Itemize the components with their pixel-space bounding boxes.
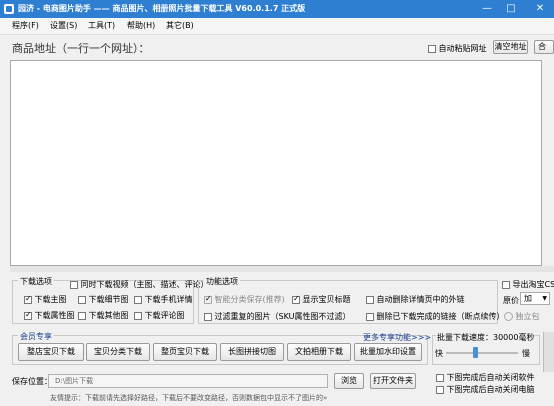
speed-fast-label: 快 [435, 349, 443, 358]
browse-button[interactable]: 浏览 [334, 373, 364, 389]
show-title-option[interactable]: 显示宝贝标题 [292, 294, 351, 305]
delete-done-checkbox[interactable] [366, 312, 374, 321]
smart-category-checkbox [204, 294, 212, 304]
standalone-option: 独立包 [504, 311, 540, 322]
download-main-checkbox[interactable] [24, 294, 32, 304]
download-attr-option[interactable]: 下载属性图 [24, 310, 75, 321]
original-price-select[interactable]: 加 ▼ [520, 292, 550, 305]
filter-duplicate-checkbox[interactable] [204, 312, 212, 321]
tip-text: 友情提示：下载前请先选择好路径，下载后不要改变路径，否则数据包中显示不了图片的» [50, 394, 328, 402]
auto-shutdown-checkbox[interactable] [436, 385, 444, 394]
remove-links-label: 自动删除详情页中的外链 [376, 295, 465, 304]
vip-title: 会员专享 [18, 331, 54, 342]
menu-other[interactable]: 其它(B) [166, 20, 194, 31]
remove-links-option[interactable]: 自动删除详情页中的外链 [366, 294, 465, 305]
menu-bar: 程序(F) 设置(S) 工具(T) 帮助(H) 其它(B) [0, 18, 554, 35]
export-taobao-checkbox[interactable] [502, 280, 510, 289]
smart-category-option: 智能分类保存(推荐) [204, 294, 285, 305]
maximize-button[interactable]: □ [500, 0, 522, 18]
speed-label-row: 批量下载速度：30000毫秒 [436, 332, 536, 343]
side-panel-edge [543, 332, 554, 372]
original-price-value: 加 [524, 294, 532, 303]
auto-paste-label: 自动粘贴网址 [438, 44, 487, 53]
menu-help[interactable]: 帮助(H) [127, 20, 155, 31]
download-options-title: 下载选项 [18, 276, 54, 287]
speed-value: 30000毫秒 [493, 333, 535, 342]
export-taobao-option[interactable]: 导出淘宝CS [502, 279, 554, 290]
url-section-header: 商品地址（一行一个网址）： [12, 42, 150, 55]
download-detail-option[interactable]: 下载细节图 [78, 294, 129, 305]
export-taobao-label: 导出淘宝CS [512, 280, 554, 289]
vertical-scrollbar[interactable] [542, 60, 554, 266]
long-image-button[interactable]: 长图拼接切图 [220, 343, 284, 361]
auto-close-software-option[interactable]: 下图完成后自动关闭软件 [436, 372, 535, 383]
delete-done-option[interactable]: 删除已下载完成的链接（断点续传） [366, 311, 505, 322]
window-title: 园济 - 电商图片助手 —— 商品图片、相册照片批量下载工具 V60.0.1.7… [18, 4, 306, 13]
close-button[interactable]: ✕ [526, 0, 554, 18]
download-other-label: 下载其他图 [88, 311, 129, 320]
download-review-checkbox[interactable] [134, 311, 142, 320]
delete-done-label: 删除已下载完成的链接（断点续传） [376, 312, 505, 321]
sync-video-label: 同时下载视频（主图、描述、评论） [80, 280, 209, 289]
original-price-label: 原价 [503, 296, 519, 305]
download-mobile-checkbox[interactable] [134, 295, 142, 304]
save-path-input[interactable]: D:\图片下载 [48, 374, 328, 388]
download-review-label: 下载评论图 [144, 311, 185, 320]
speed-label: 批量下载速度： [437, 333, 493, 342]
smart-category-label: 智能分类保存(推荐) [214, 295, 285, 304]
open-folder-button[interactable]: 打开文件夹 [370, 373, 416, 389]
remove-links-checkbox[interactable] [366, 295, 374, 304]
album-download-button[interactable]: 文拍相册下载 [287, 343, 351, 361]
auto-close-software-label: 下图完成后自动关闭软件 [446, 373, 535, 382]
download-mobile-label: 下载手机详情 [144, 295, 193, 304]
sync-video-option[interactable]: 同时下载视频（主图、描述、评论） [70, 279, 209, 290]
download-mobile-option[interactable]: 下载手机详情 [134, 294, 193, 305]
standalone-label: 独立包 [515, 312, 540, 321]
download-review-option[interactable]: 下载评论图 [134, 310, 185, 321]
category-download-button[interactable]: 宝贝分类下载 [86, 343, 150, 361]
watermark-button[interactable]: 批量加水印设置 [354, 343, 422, 361]
speed-slow-label: 慢 [522, 349, 530, 358]
auto-paste-checkbox[interactable] [428, 44, 436, 53]
auto-shutdown-label: 下图完成后自动关闭电脑 [446, 385, 535, 394]
standalone-radio [504, 312, 513, 321]
app-icon [4, 4, 14, 14]
download-attr-label: 下载属性图 [34, 311, 75, 320]
menu-program[interactable]: 程序(F) [12, 20, 39, 31]
title-bar: 园济 - 电商图片助手 —— 商品图片、相册照片批量下载工具 V60.0.1.7… [0, 0, 554, 18]
clear-urls-button[interactable]: 清空地址 [493, 40, 528, 54]
speed-slider-track[interactable] [446, 352, 518, 354]
menu-tools[interactable]: 工具(T) [88, 20, 115, 31]
auto-shutdown-option[interactable]: 下图完成后自动关闭电脑 [436, 384, 535, 395]
url-textarea[interactable] [10, 60, 542, 266]
download-detail-checkbox[interactable] [78, 295, 86, 304]
page-download-button[interactable]: 整页宝贝下载 [153, 343, 217, 361]
filter-duplicate-option[interactable]: 过滤重复的图片（SKU属性图不过滤） [204, 311, 351, 322]
download-other-option[interactable]: 下载其他图 [78, 310, 129, 321]
auto-paste-option[interactable]: 自动粘贴网址 [428, 43, 487, 54]
filter-duplicate-label: 过滤重复的图片（SKU属性图不过滤） [214, 312, 351, 321]
horizontal-scrollbar[interactable] [10, 266, 554, 272]
function-options-title: 功能选项 [204, 276, 240, 287]
speed-slider-thumb[interactable] [472, 347, 478, 358]
more-vip-link[interactable]: 更多专享功能>>> [363, 332, 431, 343]
download-attr-checkbox[interactable] [24, 310, 32, 320]
download-main-label: 下载主图 [34, 295, 67, 304]
download-detail-label: 下载细节图 [88, 295, 129, 304]
download-main-option[interactable]: 下载主图 [24, 294, 67, 305]
partial-button[interactable]: 合 [534, 40, 554, 54]
menu-settings[interactable]: 设置(S) [50, 20, 77, 31]
download-other-checkbox[interactable] [78, 311, 86, 320]
show-title-label: 显示宝贝标题 [302, 295, 351, 304]
minimize-button[interactable]: — [476, 0, 498, 18]
chevron-down-icon: ▼ [542, 295, 547, 302]
auto-close-software-checkbox[interactable] [436, 373, 444, 382]
sync-video-checkbox[interactable] [70, 280, 78, 289]
save-path-label: 保存位置： [12, 377, 52, 386]
shop-download-button[interactable]: 整店宝贝下载 [18, 343, 84, 361]
show-title-checkbox[interactable] [292, 294, 300, 304]
